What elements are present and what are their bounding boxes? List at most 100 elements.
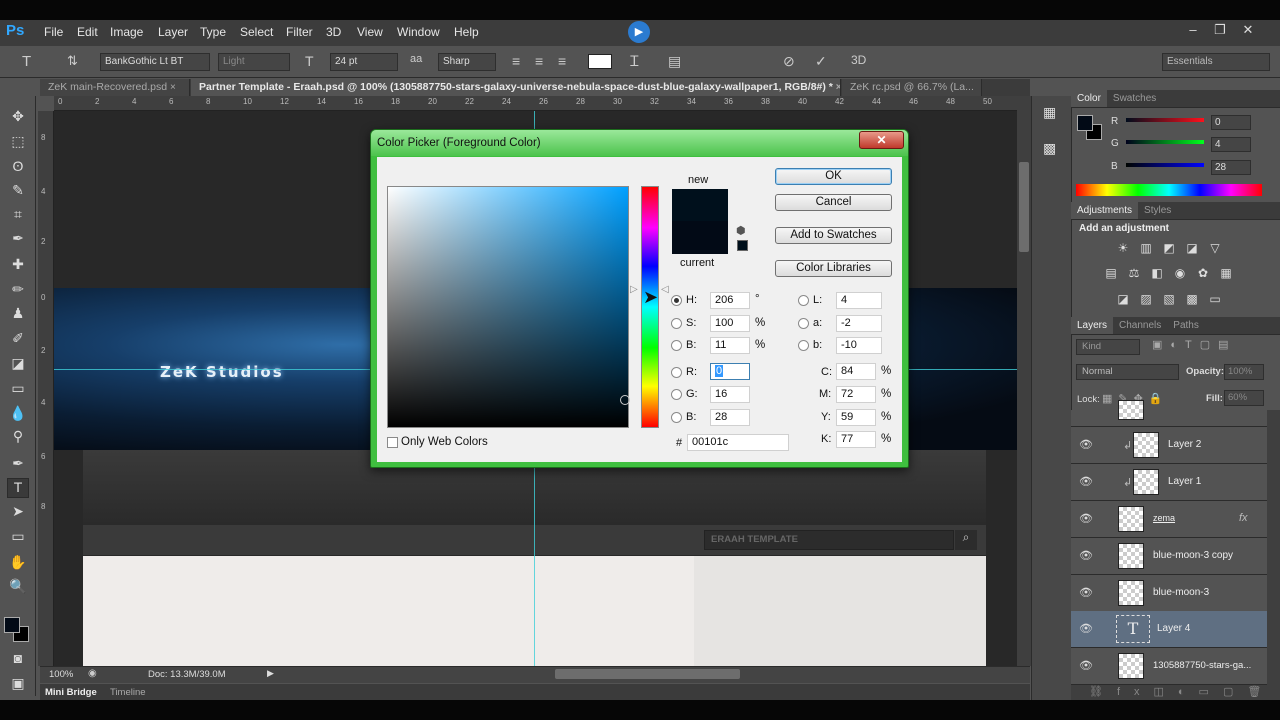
foreground-color-swatch[interactable] [4, 617, 20, 633]
align-right-icon[interactable]: ≡ [558, 53, 566, 69]
layers-footer-icons[interactable]: ⛓fx◫◐▭▢🗑 [1071, 685, 1280, 700]
lasso-tool-icon[interactable]: ʘ [7, 158, 29, 178]
restore-icon[interactable]: ❐ [1210, 22, 1230, 38]
eraser-icon[interactable]: ◪ [7, 355, 29, 375]
web-safe-swatch[interactable] [737, 240, 748, 251]
layer-name[interactable]: Layer 1 [1168, 476, 1201, 487]
crop-tool-icon[interactable]: ⌗ [7, 206, 29, 226]
exposure-icon[interactable]: ◪ [1184, 241, 1200, 255]
visibility-eye-icon[interactable]: 👁 [1079, 659, 1093, 672]
tab-close-icon[interactable]: × [170, 82, 176, 93]
fill-input[interactable]: 60% [1224, 390, 1264, 406]
yellow-input[interactable]: 59 [836, 409, 876, 426]
tab-partner-template[interactable]: Partner Template - Eraah.psd @ 100% (130… [191, 79, 841, 96]
properties-icon[interactable]: ▩ [1043, 140, 1056, 157]
antialias-select[interactable]: Sharp [438, 53, 496, 71]
visibility-eye-icon[interactable]: 👁 [1079, 586, 1093, 599]
minimize-icon[interactable]: – [1183, 22, 1203, 38]
radio-brightness[interactable] [671, 340, 682, 351]
screen-mode-icon[interactable]: ▣ [7, 675, 29, 695]
cyan-input[interactable]: 84 [836, 363, 876, 380]
hand-tool-icon[interactable]: ✋ [7, 554, 29, 574]
layer-name[interactable]: zema [1153, 513, 1175, 523]
toggle-orientation-icon[interactable]: ⇅ [67, 53, 78, 69]
tab-color[interactable]: Color [1071, 90, 1107, 107]
radio-green[interactable] [671, 389, 682, 400]
layer-row-layer-2[interactable]: 👁 ↲ Layer 2 [1071, 427, 1267, 464]
brightness-icon[interactable]: ☀ [1115, 241, 1131, 255]
layer-name[interactable]: 1305887750-stars-ga... [1153, 660, 1251, 671]
magenta-input[interactable]: 72 [836, 386, 876, 403]
font-style-select[interactable]: Light [218, 53, 290, 71]
3d-icon[interactable]: 3D [851, 53, 866, 67]
layer-row-layer-1[interactable]: 👁 ↲ Layer 1 [1071, 464, 1267, 501]
layer-row-partial[interactable] [1071, 400, 1267, 427]
b-lab-input[interactable]: -10 [836, 337, 882, 354]
g-slider[interactable] [1126, 140, 1204, 144]
pen-tool-icon[interactable]: ✒ [7, 455, 29, 475]
visibility-eye-icon[interactable]: 👁 [1079, 549, 1093, 562]
tab-adjustments[interactable]: Adjustments [1071, 202, 1139, 219]
layer-row-zema[interactable]: 👁 zema fx [1071, 501, 1267, 538]
layer-filter-select[interactable]: Kind [1076, 339, 1140, 355]
black-white-icon[interactable]: ◧ [1149, 266, 1165, 280]
blue-input[interactable]: 28 [710, 409, 750, 426]
color-panel-foreground[interactable] [1077, 115, 1093, 131]
radio-lightness[interactable] [798, 295, 809, 306]
layer-row-blue-moon-3[interactable]: 👁 blue-moon-3 [1071, 575, 1267, 612]
green-input[interactable]: 16 [710, 386, 750, 403]
cancel-button[interactable]: Cancel [775, 194, 892, 211]
tab-channels[interactable]: Channels [1113, 317, 1167, 334]
layer-name[interactable]: Layer 4 [1157, 623, 1190, 634]
cancel-icon[interactable]: ⊘ [783, 53, 795, 70]
quick-mask-icon[interactable]: ◙ [7, 650, 29, 670]
blur-tool-icon[interactable]: 💧 [7, 405, 29, 425]
brightness-input[interactable]: 11 [710, 337, 750, 354]
layer-name[interactable]: blue-moon-3 [1153, 587, 1209, 598]
tab-layers[interactable]: Layers [1071, 317, 1114, 334]
type-tool-icon[interactable]: T [22, 53, 31, 70]
close-icon[interactable]: ✕ [1238, 22, 1258, 38]
layer-row-blue-moon-3-copy[interactable]: 👁 blue-moon-3 copy [1071, 538, 1267, 575]
photo-filter-icon[interactable]: ◉ [1172, 266, 1188, 280]
curves-icon[interactable]: ◩ [1161, 241, 1177, 255]
radio-red[interactable] [671, 367, 682, 378]
ok-button[interactable]: OK [775, 168, 892, 185]
tab-swatches[interactable]: Swatches [1107, 90, 1162, 107]
menu-window[interactable]: Window [397, 25, 440, 39]
visibility-eye-icon[interactable]: 👁 [1079, 438, 1093, 451]
radio-b[interactable] [798, 340, 809, 351]
vibrance-icon[interactable]: ▽ [1207, 241, 1223, 255]
history-brush-icon[interactable]: ✐ [7, 330, 29, 350]
menu-view[interactable]: View [357, 25, 383, 39]
marquee-tool-icon[interactable]: ⬚ [7, 133, 29, 153]
a-input[interactable]: -2 [836, 315, 882, 332]
tab-mini-bridge[interactable]: Mini Bridge [45, 687, 97, 698]
visibility-eye-icon[interactable]: 👁 [1079, 512, 1093, 525]
menu-edit[interactable]: Edit [77, 25, 98, 39]
font-family-select[interactable]: BankGothic Lt BT [100, 53, 210, 71]
align-center-icon[interactable]: ≡ [535, 53, 543, 69]
menu-image[interactable]: Image [110, 25, 143, 39]
text-color-swatch[interactable] [588, 54, 612, 69]
radio-blue[interactable] [671, 412, 682, 423]
tab-styles[interactable]: Styles [1138, 202, 1177, 219]
radio-a[interactable] [798, 318, 809, 329]
posterize-icon[interactable]: ▨ [1138, 292, 1154, 306]
align-left-icon[interactable]: ≡ [512, 53, 520, 69]
vertical-scroll-thumb[interactable] [1019, 162, 1029, 252]
menu-filter[interactable]: Filter [286, 25, 313, 39]
g-value[interactable]: 4 [1211, 137, 1251, 152]
radio-saturation[interactable] [671, 318, 682, 329]
hex-input[interactable]: 00101c [687, 434, 789, 451]
visibility-eye-icon[interactable]: 👁 [1079, 475, 1093, 488]
visibility-eye-icon[interactable]: 👁 [1079, 622, 1093, 635]
current-color-swatch[interactable] [672, 221, 728, 254]
hue-slider-right-arrow[interactable]: ◁ [661, 284, 669, 295]
clone-stamp-icon[interactable]: ♟ [7, 305, 29, 325]
brush-tool-icon[interactable]: ✏ [7, 281, 29, 301]
dialog-close-button[interactable]: ✕ [859, 131, 904, 149]
healing-brush-icon[interactable]: ✚ [7, 256, 29, 276]
black-input[interactable]: 77 [836, 431, 876, 448]
history-icon[interactable]: ▦ [1043, 104, 1056, 121]
